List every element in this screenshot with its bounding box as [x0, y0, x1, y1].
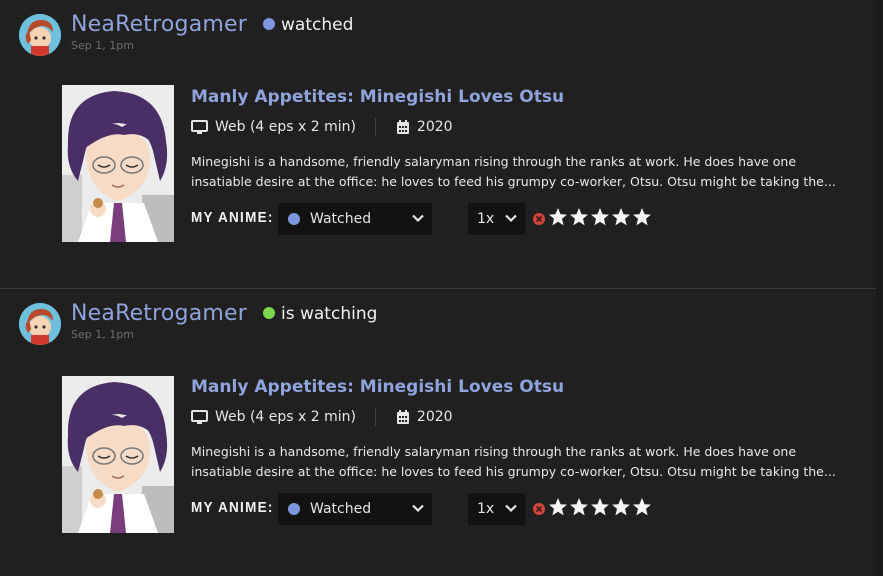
star-icon[interactable] [569, 207, 589, 227]
scrollbar-track[interactable] [876, 0, 883, 576]
anime-details: Manly Appetites: Minegishi Loves Otsu We… [191, 87, 851, 235]
activity-item: NeaRetrogamer watched Sep 1, 1pm Manly A… [0, 0, 876, 289]
anime-title-link[interactable]: Manly Appetites: Minegishi Loves Otsu [191, 377, 851, 397]
username-link[interactable]: NeaRetrogamer [71, 301, 247, 326]
description-line: Minegishi is a handsome, friendly salary… [191, 444, 797, 459]
anime-meta: Web (4 eps x 2 min) 2020 [191, 118, 851, 138]
speed-value: 1x [477, 501, 495, 517]
star-rating[interactable] [548, 497, 652, 517]
anime-description: Minegishi is a handsome, friendly salary… [191, 442, 841, 482]
timestamp: Sep 1, 1pm [71, 328, 134, 341]
chevron-down-icon [412, 214, 424, 223]
anime-format-text: Web (4 eps x 2 min) [215, 119, 356, 135]
chevron-down-icon [505, 504, 517, 513]
anime-format: Web (4 eps x 2 min) [191, 409, 356, 425]
list-status-value: Watched [310, 211, 372, 227]
star-icon[interactable] [632, 207, 652, 227]
speed-select[interactable]: 1x [468, 203, 525, 235]
timestamp: Sep 1, 1pm [71, 39, 134, 52]
anime-details: Manly Appetites: Minegishi Loves Otsu We… [191, 377, 851, 525]
description-line: insatiable desire at the office: he love… [191, 464, 836, 479]
description-line: insatiable desire at the office: he love… [191, 174, 836, 189]
star-icon[interactable] [569, 497, 589, 517]
star-icon[interactable] [548, 207, 568, 227]
star-icon[interactable] [590, 207, 610, 227]
chevron-down-icon [505, 214, 517, 223]
calendar-icon [396, 119, 409, 134]
meta-divider [375, 408, 377, 426]
anime-cover-image[interactable] [62, 376, 174, 533]
monitor-icon [191, 119, 208, 134]
anime-title-link[interactable]: Manly Appetites: Minegishi Loves Otsu [191, 87, 851, 107]
activity-item: NeaRetrogamer is watching Sep 1, 1pm Man… [0, 289, 876, 576]
monitor-icon [191, 409, 208, 424]
calendar-icon [396, 409, 409, 424]
activity-status: watched [263, 15, 353, 35]
my-anime-label: MY ANIME: [191, 209, 274, 226]
clear-rating-icon[interactable] [533, 213, 545, 225]
my-anime-controls: MY ANIME: Watched 1x [191, 493, 851, 525]
anime-format-text: Web (4 eps x 2 min) [215, 409, 356, 425]
username-link[interactable]: NeaRetrogamer [71, 12, 247, 37]
list-status-select[interactable]: Watched [278, 493, 432, 525]
status-dot-icon [263, 18, 275, 30]
anime-year: 2020 [396, 409, 453, 425]
anime-year: 2020 [396, 119, 453, 135]
meta-divider [375, 118, 377, 136]
anime-meta: Web (4 eps x 2 min) 2020 [191, 408, 851, 428]
status-text: is watching [281, 304, 378, 324]
description-line: Minegishi is a handsome, friendly salary… [191, 154, 797, 169]
list-status-value: Watched [310, 501, 372, 517]
status-dot-icon [263, 307, 275, 319]
star-icon[interactable] [590, 497, 610, 517]
activity-status: is watching [263, 304, 377, 324]
star-icon[interactable] [611, 207, 631, 227]
avatar[interactable] [19, 303, 61, 345]
anime-cover-image[interactable] [62, 85, 174, 242]
list-status-select[interactable]: Watched [278, 203, 432, 235]
anime-year-text: 2020 [416, 409, 453, 425]
avatar[interactable] [19, 14, 61, 56]
list-status-dot-icon [288, 503, 300, 515]
my-anime-controls: MY ANIME: Watched 1x [191, 203, 851, 235]
star-rating[interactable] [548, 207, 652, 227]
anime-year-text: 2020 [416, 119, 453, 135]
anime-description: Minegishi is a handsome, friendly salary… [191, 152, 841, 192]
anime-format: Web (4 eps x 2 min) [191, 119, 356, 135]
clear-rating-icon[interactable] [533, 503, 545, 515]
my-anime-label: MY ANIME: [191, 499, 274, 516]
speed-value: 1x [477, 211, 495, 227]
status-text: watched [281, 15, 354, 35]
star-icon[interactable] [632, 497, 652, 517]
chevron-down-icon [412, 504, 424, 513]
activity-feed: NeaRetrogamer watched Sep 1, 1pm Manly A… [0, 0, 883, 576]
speed-select[interactable]: 1x [468, 493, 525, 525]
star-icon[interactable] [548, 497, 568, 517]
star-icon[interactable] [611, 497, 631, 517]
list-status-dot-icon [288, 213, 300, 225]
